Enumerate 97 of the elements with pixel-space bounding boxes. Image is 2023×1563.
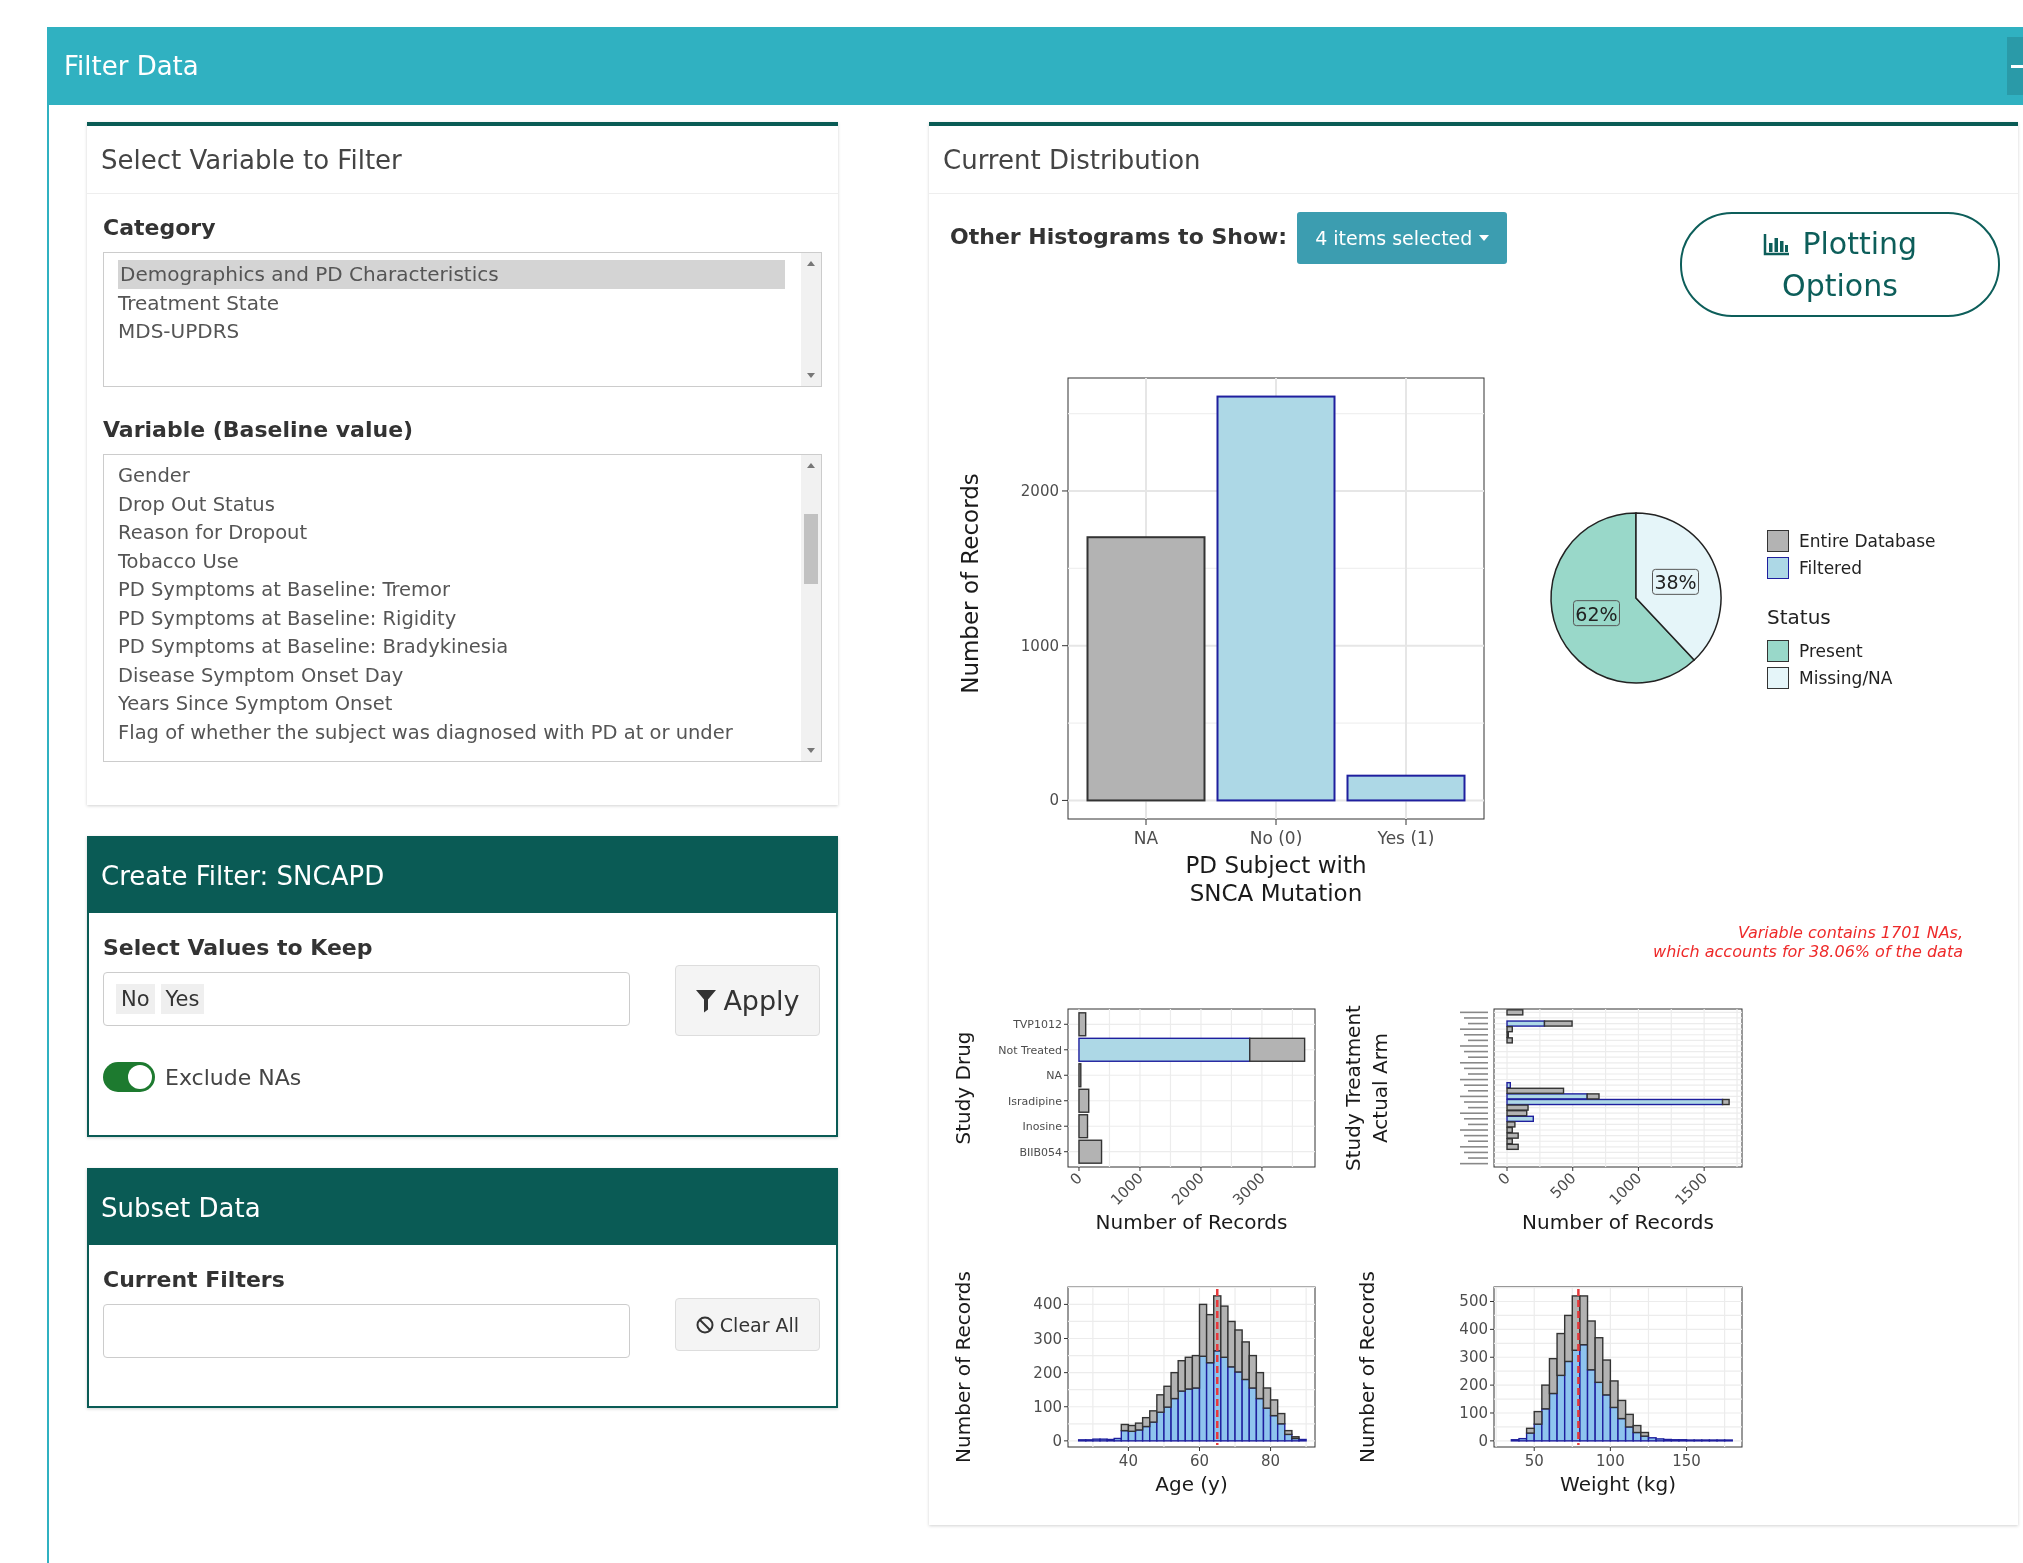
legend-label: Entire Database bbox=[1799, 530, 1936, 551]
list-option[interactable]: PD Symptoms at Baseline: Tremor bbox=[104, 576, 801, 605]
axis-tick-label: 40 bbox=[1118, 1452, 1138, 1470]
filters-input[interactable] bbox=[103, 1304, 630, 1358]
legend-title: Status bbox=[1767, 605, 1832, 629]
ban-icon bbox=[695, 1315, 714, 1334]
collapse-button[interactable] bbox=[2007, 37, 2023, 95]
caret-icon bbox=[1479, 235, 1490, 241]
axis-tick-label: 100 bbox=[1596, 1452, 1625, 1470]
category-listbox[interactable]: Demographics and PD Characteristics Treatment State MDS-UPDRS bbox=[103, 252, 822, 387]
plotting-options-button[interactable]: Plotting Options bbox=[1680, 212, 2000, 317]
axis-category-label: Not Treated bbox=[998, 1043, 1062, 1057]
list-option[interactable]: Demographics and PD Characteristics bbox=[118, 260, 785, 289]
list-option[interactable]: MDS-UPDRS bbox=[104, 317, 785, 346]
axis-tick-label: 400 bbox=[1459, 1320, 1488, 1339]
list-option[interactable]: Reason for Dropout bbox=[104, 519, 801, 548]
axis-tick-label: 50 bbox=[1524, 1452, 1544, 1470]
list-option[interactable]: Drop Out Status bbox=[104, 490, 801, 519]
pie-value-label: 62% bbox=[1573, 600, 1620, 627]
axis-title: Weight (kg) bbox=[1560, 1472, 1676, 1496]
scrollbar-thumb[interactable] bbox=[804, 514, 818, 584]
axis-tick-label: 300 bbox=[1033, 1329, 1062, 1348]
list-option[interactable]: Flag of whether the subject was diagnosed with PD at or under bbox=[104, 718, 801, 747]
axis-title: Age (y) bbox=[1155, 1472, 1228, 1496]
axis-title: Study Treatment Actual Arm bbox=[1341, 1005, 1392, 1171]
axis-tick-label: 0 bbox=[1494, 1169, 1514, 1189]
list-option[interactable]: PD Symptoms at Baseline: Bradykinesia bbox=[104, 633, 801, 662]
axis-tick-label: 500 bbox=[1459, 1292, 1488, 1311]
axis-tick-label: 0 bbox=[1052, 1431, 1062, 1450]
axis-tick-label: 500 bbox=[1546, 1169, 1580, 1203]
values-input[interactable]: No Yes bbox=[103, 972, 630, 1026]
bar bbox=[1506, 1009, 1524, 1016]
axis-title: Number of Records bbox=[957, 473, 983, 694]
axis-title: Number of Records bbox=[1355, 1271, 1379, 1463]
axis-tick-label: 400 bbox=[1033, 1295, 1062, 1314]
field-label: Other Histograms to Show: bbox=[950, 224, 1288, 249]
axis-tick-label: 0 bbox=[1478, 1431, 1488, 1450]
scroll-up-icon[interactable] bbox=[807, 463, 815, 468]
axis-category-label: Inosine bbox=[1022, 1120, 1062, 1134]
axis-title: PD Subject with SNCA Mutation bbox=[1185, 852, 1367, 906]
list-option[interactable]: Years Since Symptom Onset bbox=[104, 690, 801, 719]
legend-label: Present bbox=[1799, 640, 1863, 661]
filter-icon bbox=[695, 987, 718, 1014]
list-option[interactable]: Tobacco Use bbox=[104, 547, 801, 576]
axis-tick-label: 1000 bbox=[1020, 636, 1059, 655]
panel-title: Filter Data bbox=[64, 51, 199, 81]
list-option[interactable]: Disease Symptom Onset Day bbox=[104, 661, 801, 690]
scroll-up-icon[interactable] bbox=[807, 261, 815, 266]
axis-tick-label: 150 bbox=[1672, 1452, 1701, 1470]
axis-title: Number of Records bbox=[1522, 1210, 1714, 1234]
axis-tick-label: 60 bbox=[1189, 1452, 1210, 1470]
axis-tick-label: 200 bbox=[1033, 1363, 1062, 1382]
scrollbar[interactable] bbox=[801, 253, 821, 386]
axis-tick-label: 80 bbox=[1261, 1452, 1281, 1470]
axis-category-label: Isradipine bbox=[1007, 1094, 1062, 1108]
value-tag[interactable]: Yes bbox=[160, 984, 205, 1014]
axis-category-label: BIIB054 bbox=[1019, 1145, 1062, 1159]
axis-tick-label: 0 bbox=[1049, 791, 1059, 810]
scroll-down-icon[interactable] bbox=[807, 748, 815, 753]
pie-value-label: 38% bbox=[1652, 568, 1699, 595]
axis-tick-label: 200 bbox=[1459, 1376, 1488, 1395]
apply-button[interactable]: Apply bbox=[675, 965, 820, 1036]
card-title: Create Filter: SNCAPD bbox=[89, 838, 836, 913]
axis-category-label: TVP1012 bbox=[1013, 1018, 1062, 1032]
axis-tick-label: 0 bbox=[1066, 1169, 1086, 1189]
axis-title: Number of Records bbox=[1095, 1210, 1288, 1234]
value-tag[interactable]: No bbox=[116, 984, 155, 1014]
scroll-down-icon[interactable] bbox=[807, 373, 815, 378]
axis-tick-label: 100 bbox=[1459, 1404, 1488, 1422]
clear-all-button[interactable]: Clear All bbox=[675, 1298, 820, 1351]
card-title: Current Distribution bbox=[929, 126, 2018, 194]
bar-chart-icon bbox=[1762, 233, 1789, 256]
list-option[interactable]: PD Symptoms at Baseline: Rigidity bbox=[104, 604, 801, 633]
axis-title: Number of Records bbox=[951, 1271, 975, 1463]
list-option[interactable]: Gender bbox=[104, 462, 801, 491]
scrollbar[interactable] bbox=[801, 455, 821, 761]
axis-category-label: NA bbox=[1046, 1069, 1062, 1083]
field-label: Variable (Baseline value) bbox=[103, 417, 415, 442]
axis-title: Study Drug bbox=[951, 1031, 975, 1145]
axis-tick-label: 300 bbox=[1459, 1348, 1488, 1367]
list-option[interactable]: Treatment State bbox=[104, 288, 785, 317]
toggle-label: Exclude NAs bbox=[165, 1064, 302, 1090]
field-label: Current Filters bbox=[103, 1267, 286, 1292]
field-label: Category bbox=[103, 215, 217, 240]
axis-tick-label: 100 bbox=[1033, 1397, 1062, 1416]
axis-category-label: NA bbox=[1133, 828, 1159, 848]
legend-label: Filtered bbox=[1799, 557, 1862, 578]
card-title: Subset Data bbox=[89, 1170, 836, 1245]
axis-category-label: Yes (1) bbox=[1377, 828, 1435, 848]
axis-tick-label: 2000 bbox=[1020, 481, 1059, 500]
axis-category-label: No (0) bbox=[1249, 828, 1303, 848]
na-warning-text: Variable contains 1701 NAs, which accounts for 38.06% of the data bbox=[1653, 923, 1963, 961]
variable-listbox[interactable] bbox=[103, 454, 822, 762]
legend-label: Missing/NA bbox=[1799, 667, 1893, 688]
card-title: Select Variable to Filter bbox=[87, 126, 838, 194]
field-label: Select Values to Keep bbox=[103, 935, 374, 960]
toggle-switch[interactable] bbox=[103, 1062, 155, 1092]
